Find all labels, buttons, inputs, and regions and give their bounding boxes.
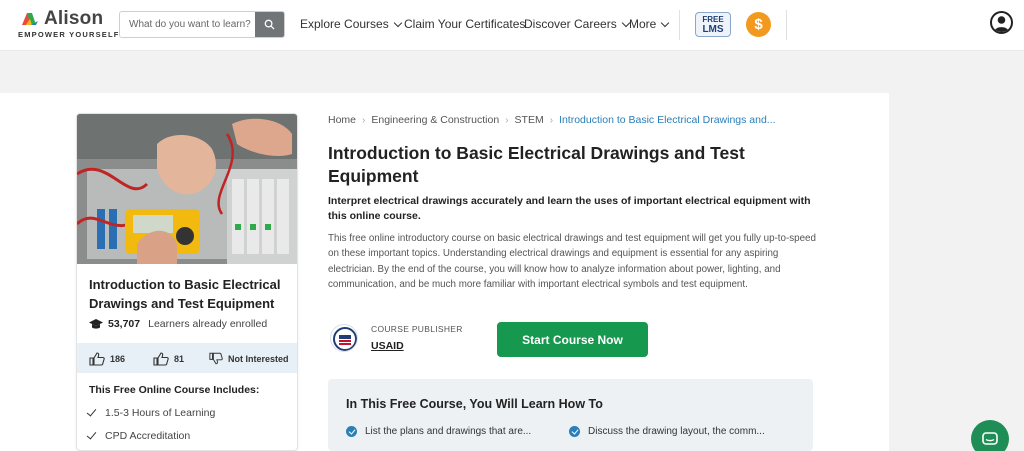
check-circle-icon	[569, 426, 580, 437]
learners-count: 53,707	[108, 318, 141, 330]
breadcrumb: Home › Engineering & Construction › STEM…	[328, 114, 776, 126]
learning-outcome-text: Discuss the drawing layout, the comm...	[588, 426, 765, 437]
learning-outcome-text: List the plans and drawings that are...	[365, 426, 532, 437]
enrolled-count: 53,707 Learners already enrolled	[89, 318, 267, 330]
checkmark-icon	[86, 428, 97, 440]
includes-item: CPD Accreditation	[86, 428, 191, 442]
card-course-title[interactable]: Introduction to Basic Electrical Drawing…	[89, 275, 289, 313]
alison-logo-icon	[22, 13, 38, 25]
includes-item-label: CPD Accreditation	[105, 430, 191, 442]
search-button[interactable]	[255, 12, 284, 37]
nav-explore-label: Explore Courses	[300, 17, 389, 31]
includes-heading: This Free Online Course Includes:	[89, 384, 260, 396]
start-course-button[interactable]: Start Course Now	[497, 322, 648, 357]
breadcrumb-stem[interactable]: STEM	[515, 114, 544, 126]
checkmark-icon	[86, 405, 97, 417]
nav-certificates-label: Claim Your Certificates	[404, 17, 526, 31]
nav-claim-certificates[interactable]: Claim Your Certificates	[404, 17, 525, 31]
user-avatar-icon[interactable]	[990, 11, 1013, 34]
check-circle-icon	[346, 426, 357, 437]
publisher-name-link[interactable]: USAID	[371, 340, 404, 352]
user-silhouette-icon	[994, 16, 1009, 32]
likes-count: 186	[110, 354, 126, 364]
chevron-down-icon	[393, 18, 402, 27]
nav-more-label: More	[629, 17, 657, 31]
graduation-cap-icon	[89, 318, 103, 329]
learning-outcome-item: Discuss the drawing layout, the comm...	[569, 426, 765, 437]
not-interested-label: Not Interested	[228, 353, 289, 364]
nav-careers-label: Discover Careers	[524, 17, 617, 31]
thumbs-up-outline-icon	[153, 352, 169, 366]
search-box	[119, 11, 285, 38]
free-lms-button[interactable]: FREE LMS	[695, 12, 731, 37]
not-interested-button[interactable]: Not Interested	[209, 352, 289, 365]
logo-text: Alison	[44, 8, 104, 29]
course-subtitle: Interpret electrical drawings accurately…	[328, 195, 811, 222]
learners-label: Learners already enrolled	[148, 318, 268, 330]
learning-outcome-item: List the plans and drawings that are...	[346, 426, 531, 437]
search-icon	[264, 19, 275, 30]
divider	[786, 10, 787, 40]
chevron-down-icon	[661, 18, 670, 27]
learning-outcomes-heading: In This Free Course, You Will Learn How …	[346, 397, 603, 411]
publisher-logo[interactable]	[330, 324, 358, 352]
learning-outcomes-box: In This Free Course, You Will Learn How …	[328, 379, 813, 451]
top-navigation-bar: Alison EMPOWER YOURSELF Explore Courses …	[0, 0, 1024, 51]
logo-tagline: EMPOWER YOURSELF	[18, 30, 120, 39]
dislikes-count: 81	[174, 354, 185, 364]
nav-more[interactable]: More	[629, 17, 670, 31]
course-description: This free online introductory course on …	[328, 233, 816, 290]
publisher-label: COURSE PUBLISHER	[371, 324, 463, 334]
free-lms-line2: LMS	[702, 24, 724, 35]
divider	[679, 10, 680, 40]
breadcrumb-separator-icon: ›	[549, 114, 554, 126]
course-title: Introduction to Basic Electrical Drawing…	[328, 143, 745, 186]
breadcrumb-separator-icon: ›	[505, 114, 509, 126]
breadcrumb-engineering[interactable]: Engineering & Construction	[371, 114, 499, 126]
course-card: Introduction to Basic Electrical Drawing…	[76, 113, 298, 451]
dollar-coin-icon[interactable]: $	[746, 12, 771, 37]
thumbs-down-icon	[209, 352, 223, 365]
nav-explore-courses[interactable]: Explore Courses	[300, 17, 402, 31]
includes-item-label: 1.5-3 Hours of Learning	[105, 407, 216, 419]
engagement-bar: 186 81 Not Interested	[77, 343, 297, 373]
breadcrumb-current[interactable]: Introduction to Basic Electrical Drawing…	[559, 114, 776, 126]
chat-support-button[interactable]	[971, 420, 1009, 451]
breadcrumb-home[interactable]: Home	[328, 114, 356, 126]
like-button[interactable]: 186	[89, 352, 125, 366]
includes-item: 1.5-3 Hours of Learning	[86, 405, 216, 419]
thumbs-up-icon	[89, 352, 105, 366]
nav-discover-careers[interactable]: Discover Careers	[524, 17, 630, 31]
course-thumbnail-image[interactable]	[77, 114, 297, 264]
search-input[interactable]	[120, 12, 256, 37]
dislike-count-button[interactable]: 81	[153, 352, 184, 366]
chat-bubble-icon	[982, 431, 998, 445]
breadcrumb-separator-icon: ›	[362, 114, 366, 126]
